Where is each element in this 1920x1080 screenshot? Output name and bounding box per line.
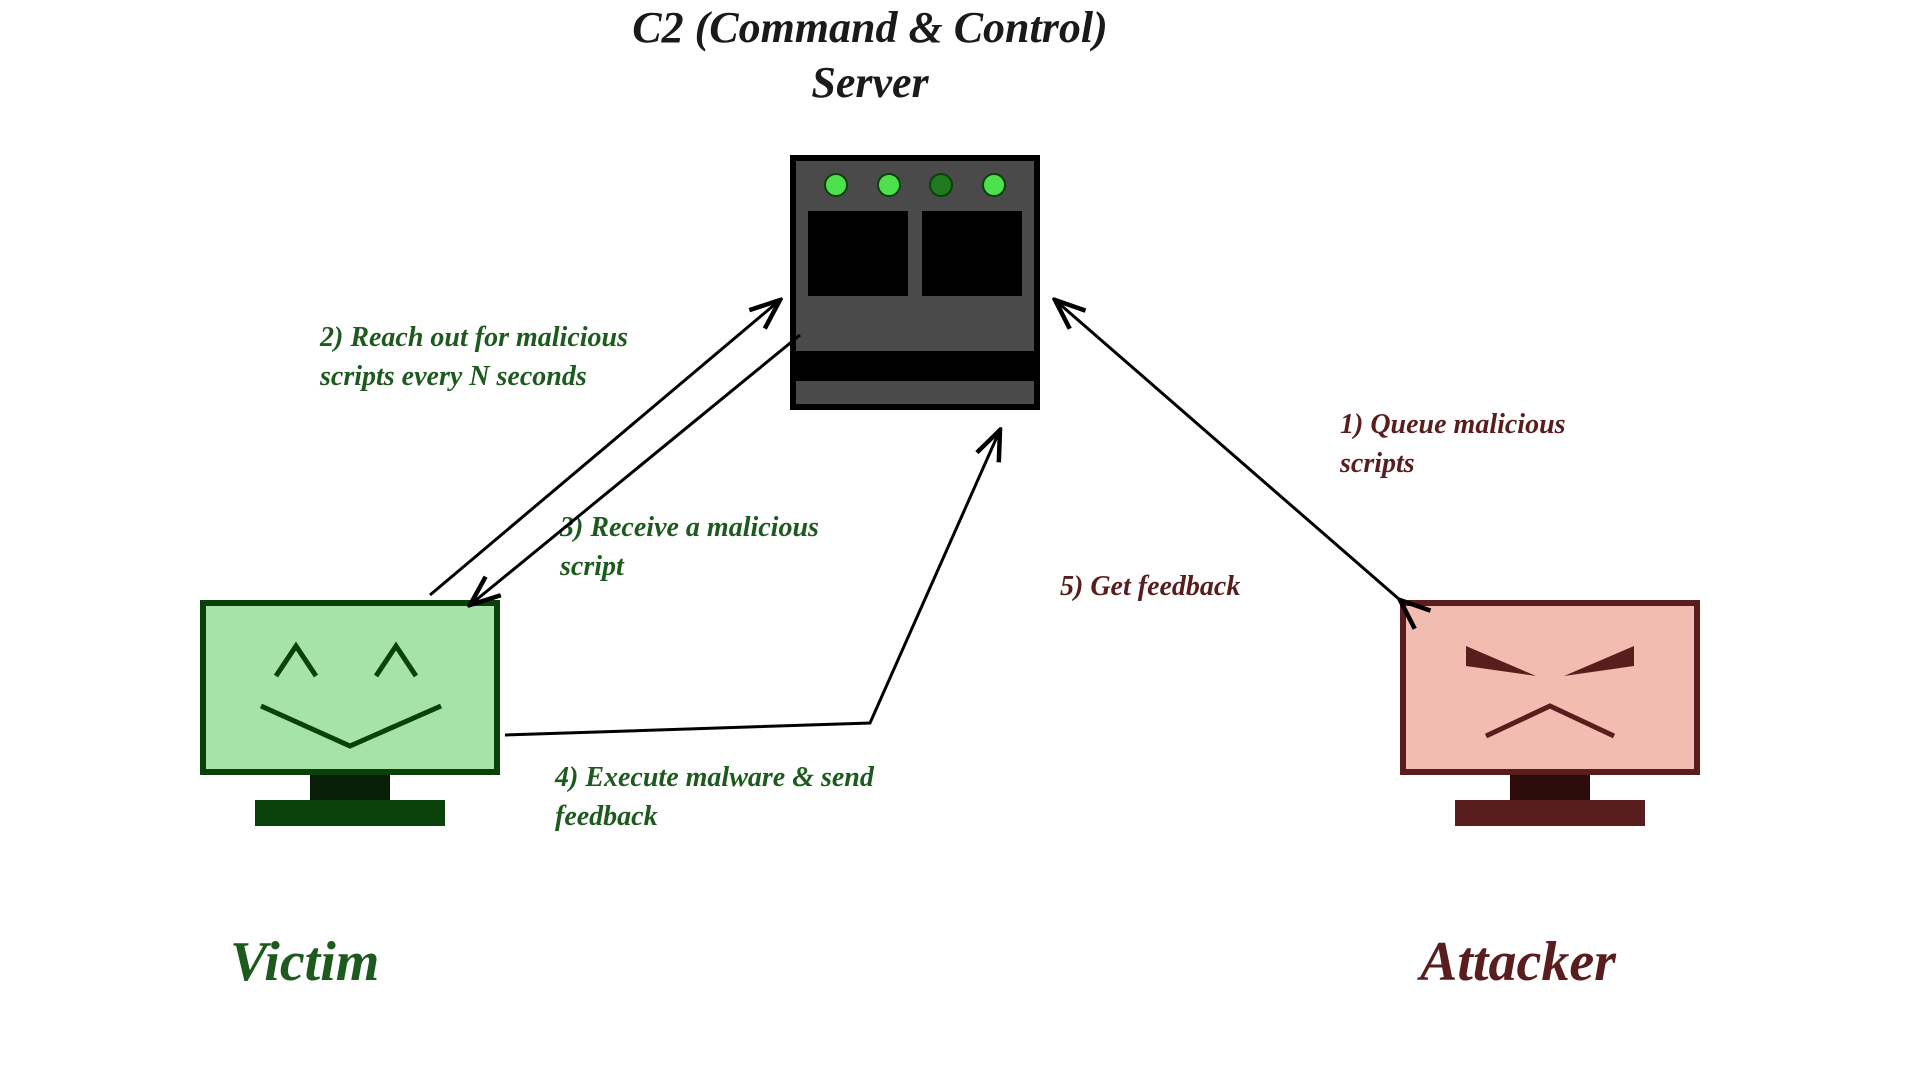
victim-label: Victim: [230, 930, 379, 994]
attacker-icon: [1400, 600, 1700, 826]
step-4: 4) Execute malware & send feedback: [555, 758, 875, 836]
attacker-label: Attacker: [1420, 930, 1616, 994]
step-2: 2) Reach out for malicious scripts every…: [320, 318, 630, 396]
server-icon: [790, 155, 1040, 410]
c2-diagram: C2 (Command & Control) Server: [0, 0, 1920, 1080]
step-5: 5) Get feedback: [1060, 567, 1320, 606]
victim-icon: [200, 600, 500, 826]
server-title: C2 (Command & Control) Server: [620, 0, 1120, 110]
step-1: 1) Queue malicious scripts: [1340, 405, 1640, 483]
step-3: 3) Receive a malicious script: [560, 508, 830, 586]
